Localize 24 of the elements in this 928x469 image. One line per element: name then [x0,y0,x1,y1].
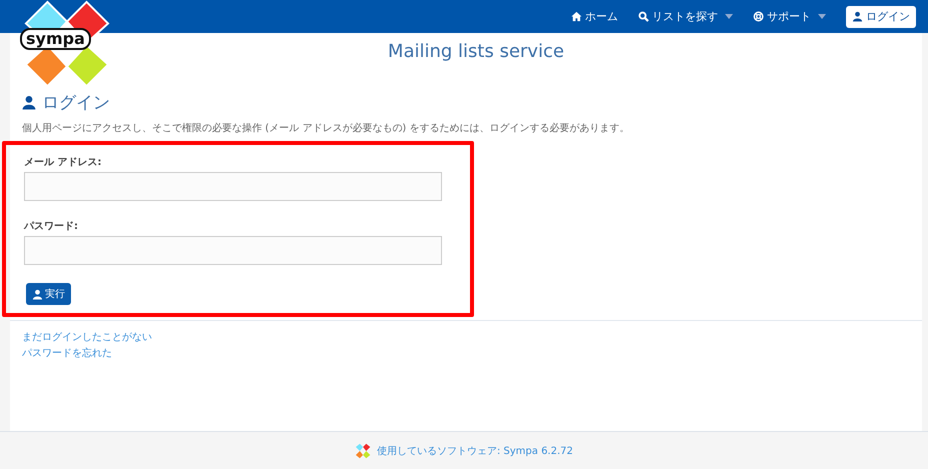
search-icon [638,11,649,22]
login-button[interactable]: ログイン [846,6,916,28]
sympa-logo-icon [354,442,371,458]
caret-icon [725,14,733,19]
text-link[interactable]: パスワードを忘れた [22,346,112,360]
page-heading: ログイン [42,92,110,114]
user-icon [852,11,863,22]
text-link[interactable]: まだログインしたことがない [22,330,152,344]
user-icon [32,288,43,300]
caret-icon [818,14,826,19]
input-field[interactable] [24,172,442,201]
field-label: パスワード: [24,220,79,233]
input-field[interactable] [24,236,442,265]
description-text: 個人用ページにアクセスし、そこで権限の必要な操作 (メール アドレスが必要なもの) をするためには、ログインする必要があります。 [22,122,630,135]
nav-link[interactable]: リストを探す [638,9,733,24]
nav-link[interactable]: サポート [753,9,826,24]
site-title: Mailing lists service [388,41,564,64]
submit-button[interactable]: 実行 [26,283,71,305]
home-icon [571,11,582,22]
user-icon [22,95,36,110]
footer-text: 使用しているソフトウェア: Sympa 6.2.72 [376,444,573,458]
nav-link[interactable]: ホーム [571,9,618,24]
lifebuoy-icon [753,11,764,22]
field-label: メール アドレス: [24,156,102,169]
